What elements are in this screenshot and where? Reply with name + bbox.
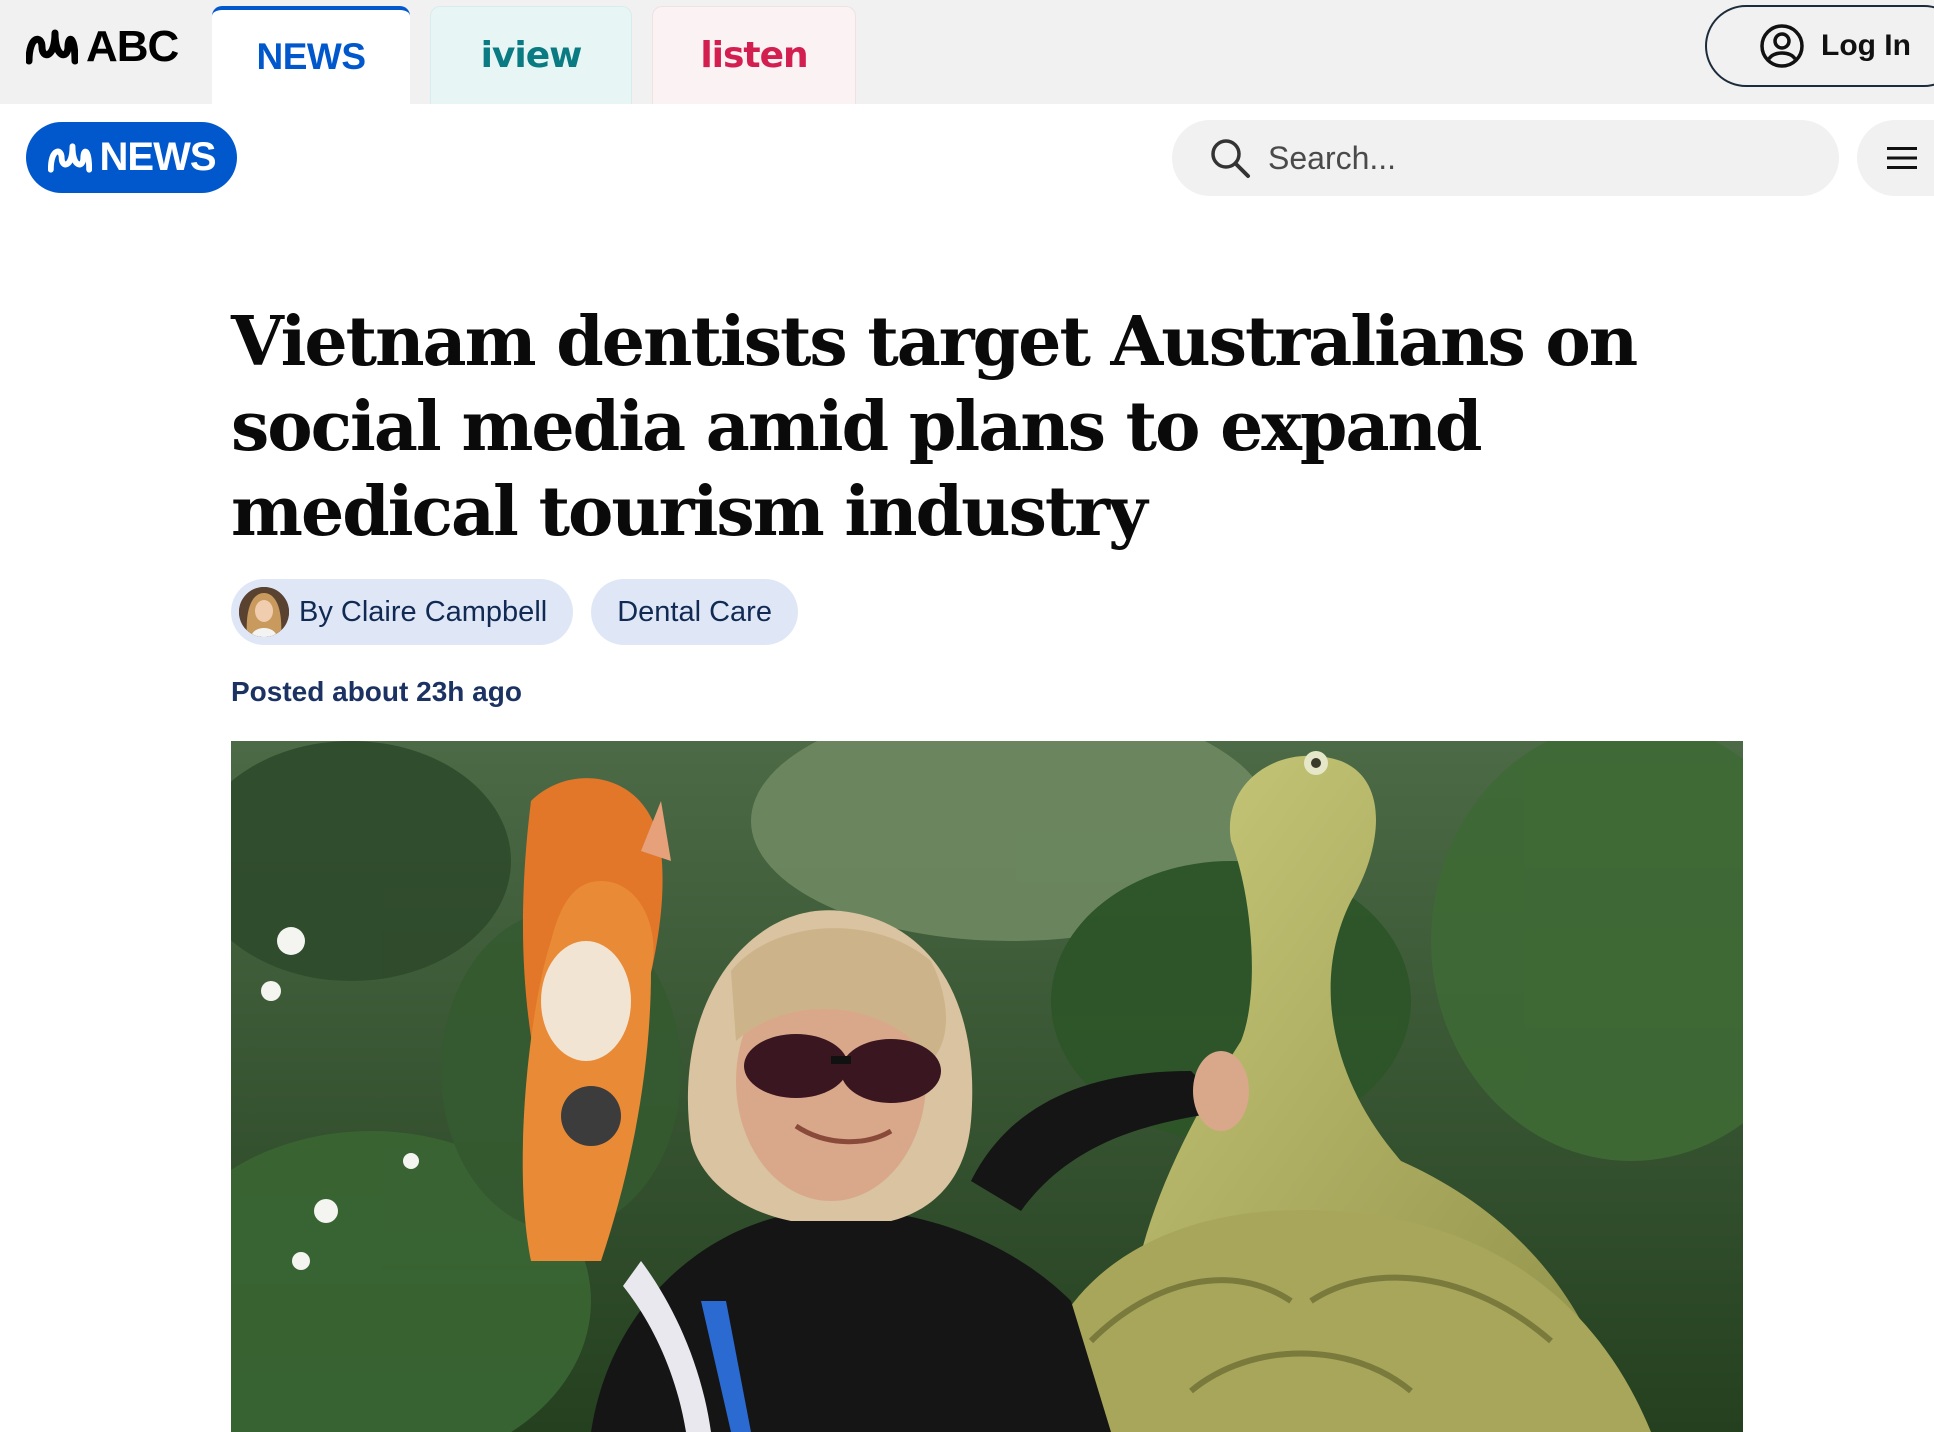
hamburger-menu-icon bbox=[1887, 147, 1917, 169]
abc-logo[interactable]: ABC bbox=[26, 22, 179, 72]
author-avatar bbox=[239, 587, 289, 637]
author-name: By Claire Campbell bbox=[299, 595, 548, 628]
abc-lissajous-icon bbox=[26, 29, 78, 65]
tab-news[interactable]: NEWS bbox=[212, 6, 410, 104]
abc-news-home-button[interactable]: NEWS bbox=[26, 122, 237, 193]
search-icon bbox=[1211, 139, 1250, 178]
posted-time: Posted about 23h ago bbox=[231, 676, 522, 707]
abc-brand-text: ABC bbox=[86, 22, 179, 71]
topic-chip-dental-care[interactable]: Dental Care bbox=[591, 579, 798, 645]
menu-button[interactable] bbox=[1857, 120, 1934, 196]
top-brand-bar: ABC NEWS iview listen Log In bbox=[0, 0, 1934, 104]
news-brand-text: NEWS bbox=[99, 135, 217, 179]
search-input[interactable] bbox=[1266, 138, 1766, 178]
article-headline: Vietnam dentists target Australians on s… bbox=[231, 302, 1638, 552]
user-circle-icon bbox=[1760, 24, 1804, 68]
search-box[interactable] bbox=[1172, 120, 1839, 196]
login-label: Log In bbox=[1821, 29, 1911, 62]
hero-image bbox=[231, 741, 1743, 1432]
tab-listen[interactable]: listen bbox=[652, 6, 856, 104]
tab-iview[interactable]: iview bbox=[430, 6, 632, 104]
login-button[interactable]: Log In bbox=[1705, 5, 1934, 87]
abc-lissajous-icon bbox=[47, 142, 92, 173]
author-chip[interactable]: By Claire Campbell bbox=[231, 579, 574, 645]
byline-row: By Claire Campbell Dental Care bbox=[231, 579, 798, 645]
news-bar: NEWS bbox=[0, 104, 1934, 224]
